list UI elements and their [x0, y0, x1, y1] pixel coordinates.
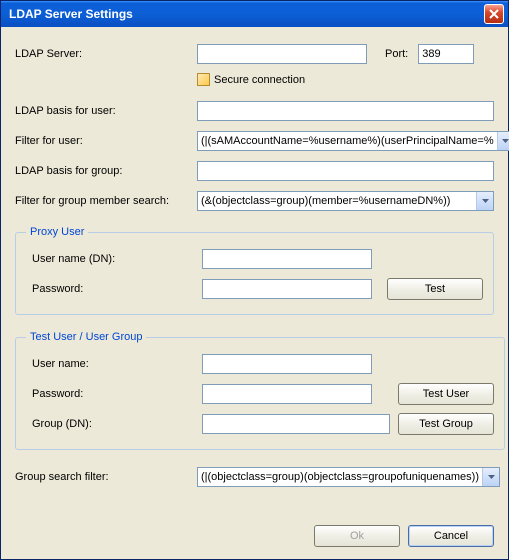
- cancel-button[interactable]: Cancel: [408, 525, 494, 547]
- dialog-window: LDAP Server Settings LDAP Server: Port: …: [0, 0, 509, 560]
- group-search-filter-value: (|(objectclass=group)(objectclass=groupo…: [198, 471, 482, 483]
- row-secure-connection: Secure connection: [197, 73, 494, 86]
- filter-group-member-combo[interactable]: (&(objectclass=group)(member=%usernameDN…: [197, 191, 494, 211]
- row-test-password: Password: Test User: [26, 383, 494, 405]
- test-user-group: Test User / User Group User name: Passwo…: [15, 331, 505, 450]
- test-password-input[interactable]: [202, 384, 372, 404]
- close-button[interactable]: [484, 4, 504, 24]
- row-test-group: Group (DN): Test Group: [26, 413, 494, 435]
- ldap-server-input[interactable]: [197, 44, 367, 64]
- dialog-content: LDAP Server: Port: Secure connection LDA…: [1, 27, 508, 559]
- filter-group-member-value: (&(objectclass=group)(member=%usernameDN…: [198, 195, 476, 207]
- test-group-label: Group (DN):: [26, 418, 202, 430]
- row-proxy-password: Password: Test: [26, 278, 483, 300]
- proxy-username-input[interactable]: [202, 249, 372, 269]
- window-title: LDAP Server Settings: [9, 7, 484, 21]
- basis-user-label: LDAP basis for user:: [15, 105, 197, 117]
- basis-user-input[interactable]: [197, 101, 494, 121]
- row-filter-group-member: Filter for group member search: (&(objec…: [15, 190, 494, 212]
- group-search-filter-combo[interactable]: (|(objectclass=group)(objectclass=groupo…: [197, 467, 500, 487]
- test-group-input[interactable]: [202, 414, 390, 434]
- proxy-user-group: Proxy User User name (DN): Password: Tes…: [15, 226, 494, 315]
- dialog-footer: Ok Cancel: [15, 519, 494, 547]
- proxy-user-legend: Proxy User: [26, 226, 88, 238]
- row-filter-user: Filter for user: (|(sAMAccountName=%user…: [15, 130, 494, 152]
- test-user-button[interactable]: Test User: [398, 383, 494, 405]
- secure-connection-checkbox[interactable]: [197, 73, 210, 86]
- filter-group-member-dropdown-button[interactable]: [476, 192, 493, 210]
- proxy-test-button[interactable]: Test: [387, 278, 483, 300]
- row-basis-group: LDAP basis for group:: [15, 160, 494, 182]
- row-basis-user: LDAP basis for user:: [15, 100, 494, 122]
- test-password-label: Password:: [26, 388, 202, 400]
- basis-group-input[interactable]: [197, 161, 494, 181]
- close-icon: [489, 9, 499, 19]
- proxy-password-input[interactable]: [202, 279, 372, 299]
- test-username-label: User name:: [26, 358, 202, 370]
- ok-button[interactable]: Ok: [314, 525, 400, 547]
- row-ldap-server: LDAP Server: Port:: [15, 43, 494, 65]
- filter-user-label: Filter for user:: [15, 135, 197, 147]
- row-proxy-username: User name (DN):: [26, 248, 483, 270]
- test-username-input[interactable]: [202, 354, 372, 374]
- row-group-search-filter: Group search filter: (|(objectclass=grou…: [15, 466, 494, 488]
- basis-group-label: LDAP basis for group:: [15, 165, 197, 177]
- chevron-down-icon: [502, 139, 509, 143]
- port-label: Port:: [385, 48, 408, 60]
- row-test-username: User name:: [26, 353, 494, 375]
- filter-user-value: (|(sAMAccountName=%username%)(userPrinci…: [198, 135, 497, 147]
- port-input[interactable]: [418, 44, 474, 64]
- chevron-down-icon: [488, 475, 495, 479]
- filter-group-member-label: Filter for group member search:: [15, 195, 197, 207]
- filter-user-dropdown-button[interactable]: [497, 132, 509, 150]
- proxy-password-label: Password:: [26, 283, 202, 295]
- filter-user-combo[interactable]: (|(sAMAccountName=%username%)(userPrinci…: [197, 131, 509, 151]
- group-search-filter-label: Group search filter:: [15, 471, 197, 483]
- test-group-button[interactable]: Test Group: [398, 413, 494, 435]
- titlebar: LDAP Server Settings: [1, 1, 508, 27]
- ldap-server-label: LDAP Server:: [15, 48, 197, 60]
- test-user-legend: Test User / User Group: [26, 331, 146, 343]
- proxy-username-label: User name (DN):: [26, 253, 202, 265]
- chevron-down-icon: [482, 199, 489, 203]
- secure-connection-label: Secure connection: [214, 74, 305, 86]
- group-search-filter-dropdown-button[interactable]: [482, 468, 499, 486]
